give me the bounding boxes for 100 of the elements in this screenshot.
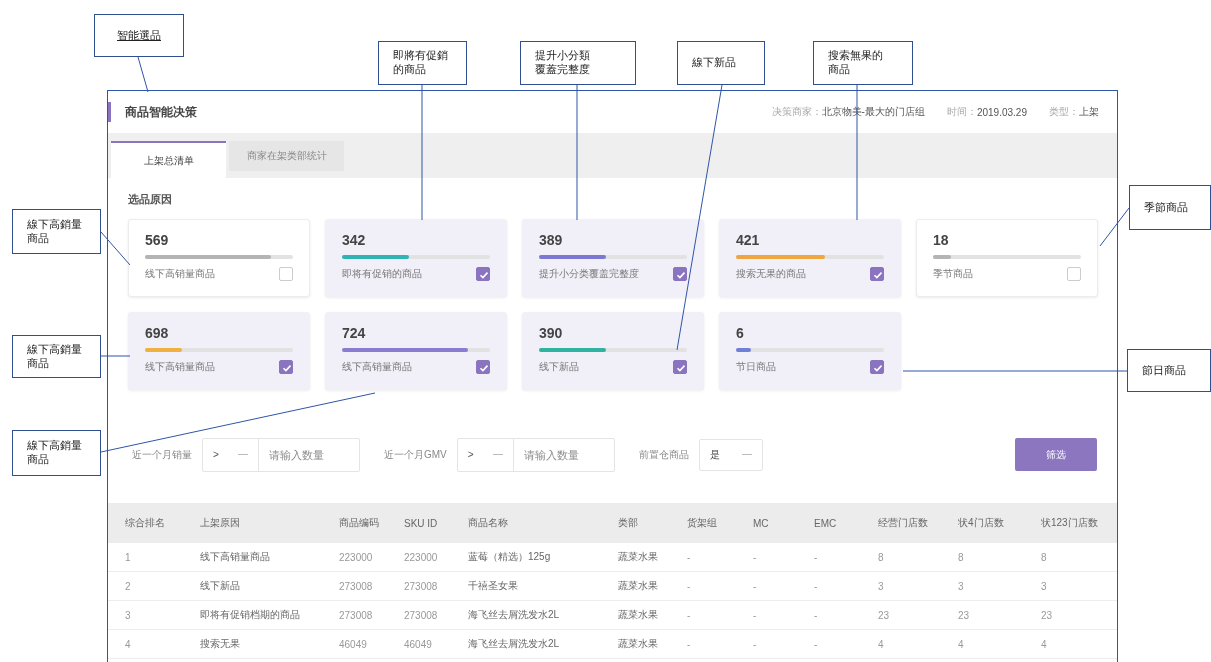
table-cell-text: 3 [957, 580, 964, 592]
reason-card[interactable]: 698 线下高销量商品 [128, 312, 310, 390]
reason-label: 即将有促销的商品 [342, 267, 422, 281]
table-cell-text: 线下新品 [199, 579, 240, 593]
callout-text: 搜索無果的商品 [828, 49, 884, 77]
checkbox[interactable] [673, 360, 687, 374]
filter-label: 近一个月销量 [132, 447, 192, 462]
meta-label: 时间： [946, 105, 977, 119]
count: 569 [145, 232, 169, 248]
operator-select[interactable]: > [203, 438, 259, 471]
operator-select[interactable]: > [457, 438, 514, 471]
checkbox[interactable] [476, 360, 490, 374]
column-header: EMC [813, 517, 837, 529]
table-cell-text: 蔬菜水果 [617, 608, 658, 622]
table-cell-text: - [686, 609, 691, 621]
range-field[interactable]: > 请输入数量 [202, 437, 360, 472]
table-cell-text: 46049 [403, 638, 432, 650]
table-cell-text: 23 [877, 609, 890, 621]
table-cell-text: 3 [124, 609, 131, 621]
reason-label: 季节商品 [933, 267, 973, 281]
column-header: 经营门店数 [877, 516, 928, 530]
table-cell-text: 223000 [338, 551, 373, 563]
dash-icon [492, 453, 503, 456]
reason-label: 提升小分类覆盖完整度 [539, 267, 639, 281]
reason-card[interactable]: 6 节日商品 [719, 312, 901, 390]
column-header: 状123门店数 [1040, 516, 1098, 530]
filter-button[interactable]: 筛选 [1015, 438, 1097, 471]
table-cell-text: - [752, 551, 757, 563]
table-cell-text: 蔬菜水果 [617, 637, 658, 651]
count: 724 [342, 325, 366, 341]
table-cell-text: 273008 [403, 609, 438, 621]
table-cell-text: - [813, 580, 818, 592]
checkbox[interactable] [1067, 267, 1081, 281]
table-cell-text: 273008 [338, 609, 373, 621]
table-cell-text: 223000 [403, 551, 438, 563]
input-field[interactable]: 请输入数量 [513, 438, 614, 471]
table-cell-text: 4 [877, 638, 884, 650]
table-cell-text: - [686, 580, 691, 592]
reason-label: 节日商品 [736, 360, 776, 374]
table-cell-text: - [686, 638, 691, 650]
table-cell-text: - [752, 580, 757, 592]
table-cell-text: 3 [877, 580, 884, 592]
reason-label: 线下高销量商品 [145, 360, 215, 374]
table-cell-text: 海飞丝去屑洗发水2L [467, 637, 560, 651]
table-cell-text: 8 [877, 551, 884, 563]
reason-label: 线下新品 [539, 360, 579, 374]
count: 18 [933, 232, 949, 248]
meta-label: 类型： [1049, 105, 1079, 119]
checkbox[interactable] [870, 267, 884, 281]
callout-text: 季節商品 [1144, 200, 1188, 215]
tab[interactable]: 上架总清单 [111, 141, 226, 178]
table-cell-text: - [752, 638, 757, 650]
warehouse-select[interactable]: 是 [698, 438, 763, 471]
reason-card[interactable]: 18 季节商品 [916, 219, 1098, 297]
table-cell-text: 4 [124, 638, 131, 650]
checkbox[interactable] [279, 360, 293, 374]
meta-value: 2019.03.29 [976, 106, 1027, 118]
table-cell-text: - [813, 609, 818, 621]
reason-card[interactable]: 421 搜索无果的商品 [719, 219, 901, 297]
count: 698 [145, 325, 169, 341]
table-cell-text: 23 [1040, 609, 1053, 621]
callout-link[interactable]: 智能選品 [117, 28, 161, 43]
input-field[interactable]: 请输入数量 [259, 438, 359, 471]
callout-text: 線下高銷量商品 [27, 342, 83, 371]
column-header: 商品名称 [467, 516, 508, 530]
range-field[interactable]: > 请输入数量 [456, 437, 615, 472]
reason-label: 线下高销量商品 [145, 267, 215, 281]
table-cell-text: 4 [1040, 638, 1047, 650]
callout-text: 提升小分類覆蓋完整度 [535, 49, 591, 77]
table-cell-text: 273008 [403, 580, 438, 592]
count: 389 [539, 232, 563, 248]
reason-label: 线下高销量商品 [342, 360, 412, 374]
column-header: 商品编码 [338, 516, 379, 530]
callout-text: 即將有促銷的商品 [393, 49, 449, 77]
table-cell-text: 线下高销量商品 [199, 550, 270, 564]
checkbox[interactable] [673, 267, 687, 281]
table-cell-text: 搜索无果 [199, 637, 240, 651]
column-header: 综合排名 [124, 516, 165, 530]
reason-card[interactable]: 389 提升小分类覆盖完整度 [522, 219, 704, 297]
column-header: SKU ID [403, 517, 438, 529]
checkbox[interactable] [279, 267, 293, 281]
reason-card[interactable]: 569 线下高销量商品 [128, 219, 310, 297]
callout-text: 線下新品 [692, 56, 736, 70]
checkbox[interactable] [870, 360, 884, 374]
column-header: MC [752, 517, 769, 529]
checkbox[interactable] [476, 267, 490, 281]
table-cell-text: - [813, 638, 818, 650]
table-cell-text: 4 [957, 638, 964, 650]
reason-card[interactable]: 390 线下新品 [522, 312, 704, 390]
table-cell-text: 千禧圣女果 [467, 579, 518, 593]
reason-label: 搜索无果的商品 [736, 267, 806, 281]
table-cell-text: 即将有促销档期的商品 [199, 608, 300, 622]
table-cell-text: 3 [1040, 580, 1047, 592]
table-cell-text: - [686, 551, 691, 563]
table-cell-text: 8 [957, 551, 964, 563]
reason-card[interactable]: 724 线下高销量商品 [325, 312, 507, 390]
table-cell-text: 蓝莓（精选）125g [467, 550, 551, 564]
callout-text: 線下高銷量商品 [27, 217, 83, 246]
column-header: 状4门店数 [957, 516, 1004, 530]
reason-card[interactable]: 342 即将有促销的商品 [325, 219, 507, 297]
